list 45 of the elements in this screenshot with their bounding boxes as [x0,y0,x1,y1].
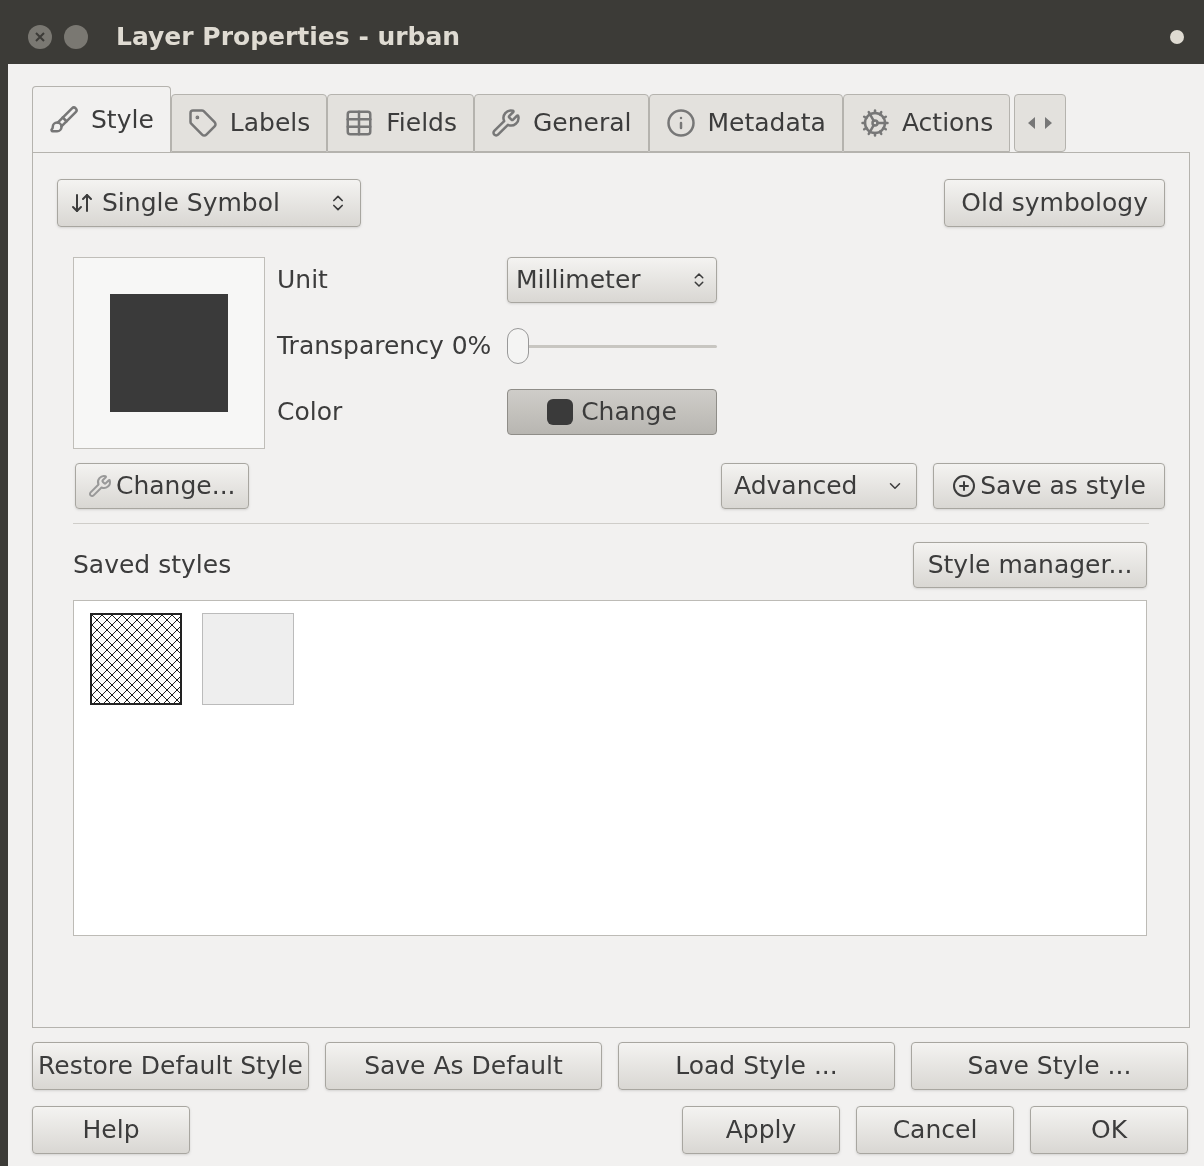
saved-styles-label: Saved styles [73,549,232,582]
color-swatch-icon [547,399,574,425]
window-title: Layer Properties - urban [116,21,461,54]
tab[interactable]: Style [32,86,171,152]
color-change-button[interactable]: Change [507,389,717,435]
tab-icon [665,108,696,138]
unit-label: Unit [277,264,329,297]
tab[interactable]: Labels [170,94,328,152]
tab[interactable]: General [474,94,649,152]
wrench-icon [88,474,112,498]
window-indicator-icon [1170,30,1184,44]
style-manager-button[interactable]: Style manager... [913,542,1147,588]
old-symbology-button[interactable]: Old symbology [944,179,1165,227]
advanced-button[interactable]: Advanced [721,463,917,509]
crosshatch-icon [92,615,180,703]
tab[interactable]: Actions [842,94,1011,152]
style-thumbnail[interactable] [90,613,182,705]
tab-icon [344,108,375,138]
dialog-button[interactable]: Apply [682,1106,840,1154]
unit-dropdown[interactable]: Millimeter [507,257,717,303]
tab-scroll-arrows[interactable] [1014,94,1067,152]
tab-icon [859,108,890,138]
style-thumbnail[interactable] [202,613,294,705]
tab-icon [49,104,79,135]
tab[interactable]: Metadata [648,94,843,152]
tab-icon [187,108,218,138]
help-button[interactable]: Help [32,1106,190,1154]
renderer-dropdown[interactable]: Single Symbol [57,179,361,227]
renderer-icon [70,191,94,215]
dialog-button[interactable]: Cancel [856,1106,1014,1154]
close-icon[interactable] [28,25,52,49]
style-action-button[interactable]: Save Style ... [911,1042,1188,1090]
tab[interactable]: Fields [327,94,474,152]
style-action-button[interactable]: Restore Default Style [32,1042,309,1090]
slider-thumb[interactable] [507,328,529,364]
style-action-button[interactable]: Load Style ... [618,1042,895,1090]
style-action-button[interactable]: Save As Default [325,1042,602,1090]
plus-icon [952,474,977,498]
tab-icon [491,108,521,138]
save-as-style-button[interactable]: Save as style [933,463,1165,509]
transparency-label: Transparency 0% [277,330,493,363]
change-button[interactable]: Change... [75,463,249,509]
color-label: Color [277,396,344,429]
dialog-button[interactable]: OK [1030,1106,1188,1154]
maximize-icon[interactable] [64,25,88,49]
